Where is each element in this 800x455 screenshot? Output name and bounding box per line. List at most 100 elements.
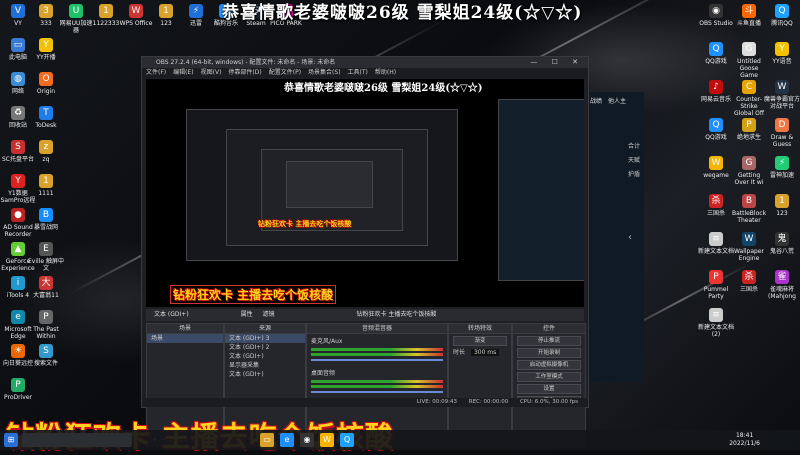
app-icon: 雀 <box>775 270 789 284</box>
control-button[interactable]: 设置 <box>517 384 581 394</box>
desktop-icon[interactable]: Q QQ游戏 <box>698 118 734 141</box>
app-icon: G <box>742 42 756 56</box>
desktop-icon[interactable]: Wwegame <box>698 156 734 179</box>
app-icon: Q <box>709 42 723 56</box>
source-item[interactable]: 显示器采集 <box>225 361 305 370</box>
desktop-icon[interactable]: ≡ 新建文本文档 <box>698 232 734 255</box>
app-icon: 1 <box>775 194 789 208</box>
game-panel-item[interactable]: 合计 <box>628 140 640 154</box>
desktop-icon[interactable]: Y YY语音 <box>764 42 800 65</box>
menu-item[interactable]: 工具(T) <box>348 69 368 76</box>
desktop-icon[interactable]: ◉ OBS Studio <box>698 4 734 27</box>
app-icon: e <box>11 310 25 324</box>
menu-item[interactable]: 帮助(H) <box>375 69 396 76</box>
desktop-icon[interactable]: P 绝地求生 <box>731 118 767 141</box>
desktop-icon[interactable]: W 魔兽争霸官方对战平台 <box>764 80 800 110</box>
source-item[interactable]: 文本 (GDI+) 3 <box>225 334 305 343</box>
properties-button[interactable]: 属性 <box>241 311 253 318</box>
desktop-icon[interactable]: 杀三国杀 <box>731 270 767 293</box>
desktop-icon[interactable]: P Pummel Party <box>698 270 734 300</box>
game-panel-tabs: 战绩 他人主 <box>588 92 644 109</box>
desktop-icon[interactable]: E Eville 触屏中文 <box>28 242 64 272</box>
desktop-icon[interactable]: 斗斗鱼直播 <box>731 4 767 27</box>
panel-arrow-icon[interactable]: ‹ <box>628 232 632 243</box>
filters-button[interactable]: 滤镜 <box>263 311 275 318</box>
desktop-icon[interactable]: P ProDriver <box>0 378 36 401</box>
clock-time: 18:41 <box>735 432 754 439</box>
desktop-icon[interactable]: 鬼鬼谷八荒 <box>764 232 800 255</box>
source-item[interactable]: 文本 (GDI+) <box>225 370 305 379</box>
control-button[interactable]: 停止推流 <box>517 336 581 346</box>
control-button[interactable]: 工作室模式 <box>517 372 581 382</box>
app-icon: 杀 <box>742 270 756 284</box>
nested-game-panel <box>498 99 584 281</box>
desktop-icon[interactable]: W Wallpaper Engine <box>731 232 767 262</box>
mixer-channel-name: 麦克风/Aux <box>311 338 343 345</box>
obs-window[interactable]: OBS 27.2.4 (64-bit, windows) - 配置文件: 未命名… <box>141 56 589 447</box>
desktop-icon[interactable]: ♪ 网易云音乐 <box>698 80 734 103</box>
app-icon: W <box>709 156 723 170</box>
desktop-icon[interactable]: z zq <box>28 140 64 163</box>
menu-item[interactable]: 配置文件(P) <box>269 69 301 76</box>
desktop-icon[interactable]: ⚡ 雷神加速 <box>764 156 800 179</box>
volume-slider[interactable] <box>311 359 443 361</box>
desktop-icon-label: Origin <box>36 88 56 95</box>
scene-item[interactable]: 场景 <box>147 334 223 343</box>
gift-banner: 恭喜情歌老婆啵啵26级 雪梨姐24级(☆▽☆) <box>222 3 583 23</box>
qq-taskbar-icon[interactable]: Q <box>340 433 354 447</box>
desktop-icon[interactable]: Q QQ游戏 <box>698 42 734 65</box>
desktop-icon-label: QQ游戏 <box>705 58 727 65</box>
desktop-icon[interactable]: 大大富翁11 <box>28 276 64 299</box>
desktop-icon[interactable]: T ToDesk <box>28 106 64 129</box>
desktop-icon-label: iTools 4 <box>6 292 30 299</box>
desktop-icon[interactable]: 雀雀魂麻将 (Mahjong <box>764 270 800 300</box>
app-icon: E <box>39 242 53 256</box>
transition-type-select[interactable]: 渐变 <box>453 336 507 346</box>
app-icon: 大 <box>39 276 53 290</box>
desktop-icon[interactable]: B BattleBlock Theater <box>731 194 767 224</box>
desktop-icon[interactable]: 1 123 <box>764 194 800 217</box>
rec-timer: REC: 00:00:00 <box>468 399 509 405</box>
system-clock[interactable]: 18:41 2022/11/6 <box>729 432 760 448</box>
desktop-icon[interactable]: ≡ 新建文本文档 (2) <box>698 308 734 338</box>
menu-item[interactable]: 视图(V) <box>201 69 222 76</box>
source-item[interactable]: 文本 (GDI+) <box>225 352 305 361</box>
desktop-icon[interactable]: P The Past Within <box>28 310 64 340</box>
file-explorer-icon[interactable]: ▭ <box>260 433 274 447</box>
obs-preview[interactable]: 恭喜情歌老婆啵啵26级 雪梨姐24级(☆▽☆) 钻粉狂欢卡 主播去吃个饭核酸 钻… <box>146 79 584 307</box>
control-button[interactable]: 开始录制 <box>517 348 581 358</box>
volume-slider[interactable] <box>311 391 443 393</box>
menu-item[interactable]: 编辑(E) <box>173 69 193 76</box>
desktop-icon-label: VY <box>14 20 22 27</box>
taskbar-search[interactable] <box>22 433 132 447</box>
desktop-icon-label: QQ游戏 <box>705 134 727 141</box>
menu-item[interactable]: 停靠部件(D) <box>228 69 261 76</box>
desktop-icon[interactable]: O Origin <box>28 72 64 95</box>
desktop-icon[interactable]: B 暴雪战网 <box>28 208 64 231</box>
desktop-icon[interactable]: C Counter-Strike Global Off <box>731 80 767 117</box>
menu-item[interactable]: 文件(F) <box>146 69 166 76</box>
tab-others[interactable]: 他人主 <box>608 98 626 105</box>
window-controls[interactable]: — ☐ ✕ <box>530 57 584 68</box>
desktop-icon[interactable]: 1 1111 <box>28 174 64 197</box>
desktop-icon[interactable]: G Getting Over It wi <box>731 156 767 186</box>
desktop-icon-label: 新建文本文档 <box>698 248 735 255</box>
desktop-icon[interactable]: D Draw & Guess <box>764 118 800 148</box>
tab-record[interactable]: 战绩 <box>590 98 602 105</box>
game-panel-item[interactable]: 天赋 <box>628 154 640 168</box>
game-panel-item[interactable]: 护盾 <box>628 168 640 182</box>
start-icon[interactable]: ⊞ <box>4 433 18 447</box>
menu-item[interactable]: 场景集合(S) <box>308 69 341 76</box>
desktop-icon[interactable]: G Untitled Goose Game <box>731 42 767 79</box>
source-item[interactable]: 文本 (GDI+) 2 <box>225 343 305 352</box>
desktop-icon[interactable]: Y YY开播 <box>28 38 64 61</box>
desktop-icon[interactable]: Q 腾讯QQ <box>764 4 800 27</box>
app-icon: ▭ <box>11 38 25 52</box>
duration-input[interactable]: 300 ms <box>470 349 500 356</box>
browser-icon[interactable]: e <box>280 433 294 447</box>
obs-taskbar-icon[interactable]: ◉ <box>300 433 314 447</box>
control-button[interactable]: 启动虚拟摄像机 <box>517 360 581 370</box>
desktop-icon[interactable]: 杀三国杀 <box>698 194 734 217</box>
wegame-taskbar-icon[interactable]: W <box>320 433 334 447</box>
desktop-icon[interactable]: S 搜索文件 <box>28 344 64 367</box>
